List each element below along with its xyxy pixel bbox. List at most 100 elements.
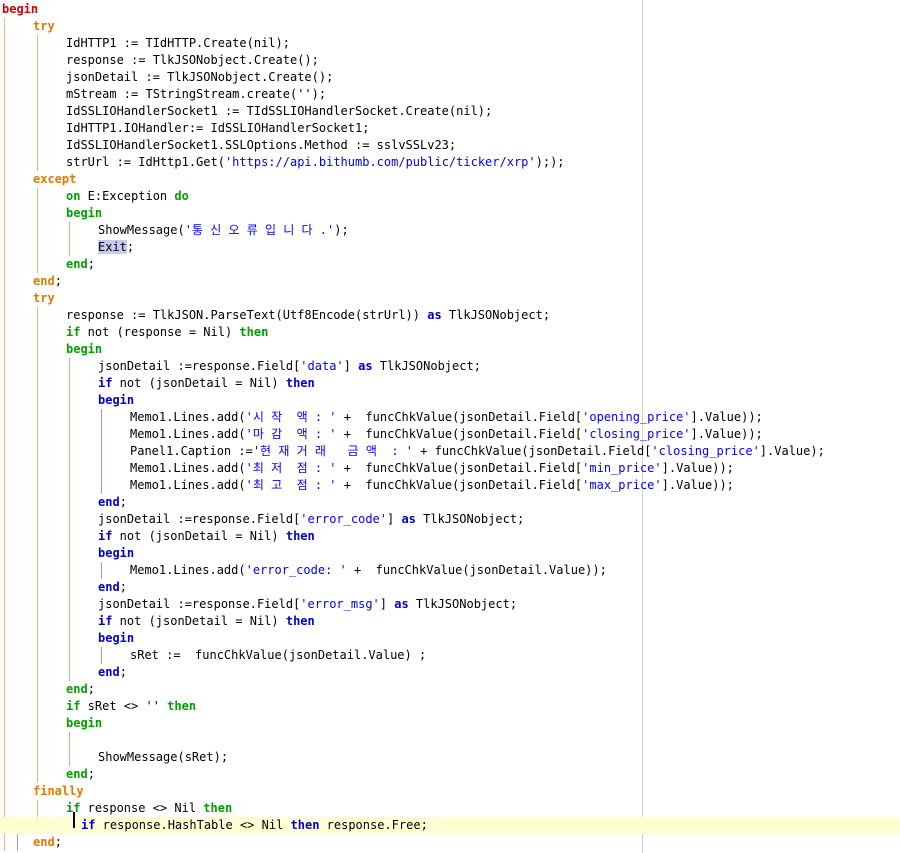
code-line[interactable]: response := TlkJSON.ParseText(Utf8Encode… — [0, 307, 900, 324]
code-line[interactable]: strUrl := IdHttp1.Get('https://api.bithu… — [0, 154, 900, 171]
code-line[interactable]: jsonDetail := TlkJSONobject.Create(); — [0, 69, 900, 86]
code-text: if not (jsonDetail = Nil) then — [98, 528, 315, 545]
code-token: strUrl := IdHttp1.Get( — [66, 155, 225, 169]
code-text: IdHTTP1 := TIdHTTP.Create(nil); — [66, 35, 290, 52]
code-line[interactable]: Memo1.Lines.add('최 저 점 : ' + funcChkValu… — [0, 460, 900, 477]
code-line[interactable]: Exit; — [0, 239, 900, 256]
code-line[interactable]: if sRet <> '' then — [0, 698, 900, 715]
code-line[interactable]: begin — [0, 715, 900, 732]
keyword: on — [66, 189, 81, 203]
code-token: mStream := TStringStream.create(''); — [66, 87, 327, 101]
code-line[interactable]: sRet := funcChkValue(jsonDetail.Value) ; — [0, 647, 900, 664]
code-line[interactable]: if not (jsonDetail = Nil) then — [0, 375, 900, 392]
string-literal: 'https://api.bithumb.com/public/ticker/x… — [224, 155, 536, 169]
code-editor[interactable]: begin try IdHTTP1 := TIdHTTP.Create(nil); r… — [0, 0, 900, 853]
code-line[interactable]: except — [0, 171, 900, 188]
string-literal: 'min_price' — [582, 461, 662, 475]
code-token: ].Value); — [759, 444, 825, 458]
code-text: end; — [66, 256, 95, 273]
code-token: ; — [119, 665, 127, 679]
keyword: begin — [98, 393, 135, 407]
code-token: ; — [87, 682, 95, 696]
code-token: TlkJSONobject; — [372, 359, 481, 373]
code-token: ); — [334, 223, 349, 237]
code-token: ShowMessage( — [98, 223, 185, 237]
code-text: strUrl := IdHttp1.Get('https://api.bithu… — [66, 154, 565, 171]
code-line[interactable]: if response <> Nil then — [0, 800, 900, 817]
code-line[interactable]: begin — [0, 630, 900, 647]
code-line[interactable]: if not (jsonDetail = Nil) then — [0, 528, 900, 545]
code-token: jsonDetail :=response.Field[ — [98, 359, 301, 373]
code-text: try — [33, 290, 55, 307]
code-line[interactable]: Memo1.Lines.add('error_code: ' + funcChk… — [0, 562, 900, 579]
keyword: do — [174, 189, 189, 203]
code-token: E:Exception — [80, 189, 175, 203]
keyword: then — [285, 376, 315, 390]
code-text: begin — [66, 205, 102, 222]
code-token: Memo1.Lines.add( — [130, 461, 246, 475]
code-line[interactable]: begin — [0, 205, 900, 222]
keyword: end — [66, 767, 88, 781]
code-line[interactable]: end; — [0, 664, 900, 681]
code-line[interactable]: begin — [0, 392, 900, 409]
code-line[interactable]: begin — [0, 1, 900, 18]
code-token: TlkJSONobject; — [441, 308, 551, 322]
code-text: finally — [33, 783, 84, 800]
code-line[interactable]: end; — [0, 834, 900, 851]
code-line[interactable]: jsonDetail :=response.Field['error_code'… — [0, 511, 900, 528]
string-literal: '최 고 점 : ' — [245, 478, 337, 492]
code-line[interactable]: IdSSLIOHandlerSocket1.SSLOptions.Method … — [0, 137, 900, 154]
code-line[interactable]: Memo1.Lines.add('최 고 점 : ' + funcChkValu… — [0, 477, 900, 494]
code-text: Memo1.Lines.add('마 감 액 : ' + funcChkValu… — [130, 426, 763, 443]
code-line[interactable]: ShowMessage('통 신 오 류 입 니 다 .'); — [0, 222, 900, 239]
code-line[interactable]: Memo1.Lines.add('시 작 액 : ' + funcChkValu… — [0, 409, 900, 426]
code-line[interactable]: try — [0, 290, 900, 307]
code-token: jsonDetail := TlkJSONobject.Create(); — [66, 70, 334, 84]
string-literal: '최 저 점 : ' — [245, 461, 337, 475]
code-token: ] — [379, 597, 395, 611]
code-line[interactable]: jsonDetail :=response.Field['data'] as T… — [0, 358, 900, 375]
code-line[interactable]: IdHTTP1.IOHandler:= IdSSLIOHandlerSocket… — [0, 120, 900, 137]
code-token: );); — [535, 155, 565, 169]
code-token: TlkJSONobject; — [408, 597, 518, 611]
code-line[interactable]: if not (jsonDetail = Nil) then — [0, 613, 900, 630]
code-text: if not (jsonDetail = Nil) then — [98, 613, 315, 630]
keyword: end — [98, 665, 120, 679]
code-text: sRet := funcChkValue(jsonDetail.Value) ; — [130, 647, 426, 664]
code-line[interactable]: begin — [0, 341, 900, 358]
code-line[interactable]: mStream := TStringStream.create(''); — [0, 86, 900, 103]
code-line[interactable]: begin — [0, 545, 900, 562]
keyword: if — [98, 614, 113, 628]
code-line[interactable]: if response.HashTable <> Nil then respon… — [0, 817, 900, 834]
code-line[interactable]: end; — [0, 766, 900, 783]
code-line[interactable]: end; — [0, 273, 900, 290]
code-token: ].Value)); — [661, 478, 734, 492]
code-token: Memo1.Lines.add( — [130, 563, 246, 577]
string-literal: '통 신 오 류 입 니 다 .' — [184, 223, 335, 237]
code-line[interactable]: ShowMessage(sRet); — [0, 749, 900, 766]
code-line[interactable]: end; — [0, 579, 900, 596]
string-literal: '마 감 액 : ' — [245, 427, 337, 441]
code-line[interactable]: try — [0, 18, 900, 35]
keyword: if — [66, 325, 81, 339]
code-line[interactable]: end; — [0, 681, 900, 698]
code-text: try — [33, 18, 55, 35]
code-line[interactable] — [0, 732, 900, 749]
code-token: response <> Nil — [80, 801, 204, 815]
keyword: then — [203, 801, 233, 815]
string-literal: 'closing_price' — [651, 444, 760, 458]
code-line[interactable]: end; — [0, 256, 900, 273]
code-line[interactable]: response := TlkJSONobject.Create(); — [0, 52, 900, 69]
code-line[interactable]: end; — [0, 494, 900, 511]
code-line[interactable]: Memo1.Lines.add('마 감 액 : ' + funcChkValu… — [0, 426, 900, 443]
code-line[interactable]: jsonDetail :=response.Field['error_msg']… — [0, 596, 900, 613]
code-text: begin — [98, 545, 134, 562]
code-line[interactable]: finally — [0, 783, 900, 800]
code-line[interactable]: IdHTTP1 := TIdHTTP.Create(nil); — [0, 35, 900, 52]
code-line[interactable]: Panel1.Caption :='현 재 거 래 금 액 : ' + func… — [0, 443, 900, 460]
code-line[interactable]: on E:Exception do — [0, 188, 900, 205]
code-line[interactable]: if not (response = Nil) then — [0, 324, 900, 341]
code-token: ] — [387, 512, 402, 526]
code-line[interactable]: IdSSLIOHandlerSocket1 := TIdSSLIOHandler… — [0, 103, 900, 120]
keyword: begin — [66, 206, 103, 220]
